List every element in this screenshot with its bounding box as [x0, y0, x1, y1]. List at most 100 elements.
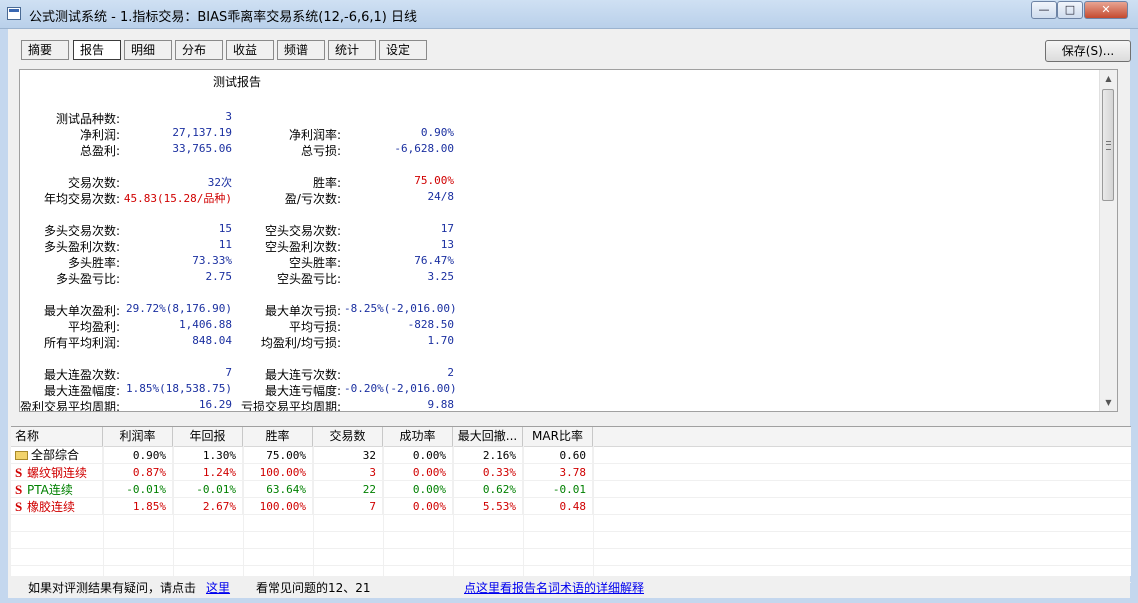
results-grid[interactable]: 名称 利润率 年回报 胜率 交易数 成功率 最大回撤... MAR比率 全部综合… — [11, 426, 1131, 583]
window-frame-bottom — [0, 598, 1138, 603]
header-mar-ratio[interactable]: MAR比率 — [523, 427, 593, 446]
report-value: 848.04 — [192, 334, 232, 347]
scroll-thumb[interactable] — [1102, 89, 1114, 201]
tab-statistics[interactable]: 统计 — [328, 40, 376, 60]
tab-spectrum[interactable]: 频谱 — [277, 40, 325, 60]
table-row[interactable]: 全部综合 0.90% 1.30% 75.00% 32 0.00% 2.16% 0.60 — [11, 447, 1131, 464]
cell-value: 3.78 — [523, 464, 593, 481]
report-label: 空头胜率: — [288, 256, 341, 270]
grid-line — [11, 548, 1131, 549]
report-value: 2.75 — [205, 270, 233, 283]
tab-settings[interactable]: 设定 — [379, 40, 427, 60]
cell-value: 0.00% — [383, 481, 453, 498]
grid-line — [593, 446, 594, 576]
cell-value: 3 — [313, 464, 383, 481]
report-label: 所有平均利润: — [43, 336, 120, 350]
row-name: 螺纹钢连续 — [27, 466, 88, 480]
cell-value: 75.00% — [243, 447, 313, 464]
report-value: 13 — [440, 238, 454, 251]
cell-value: 32 — [313, 447, 383, 464]
save-button[interactable]: 保存(S)... — [1045, 40, 1131, 62]
report-value: -8.25%(-2,016.00) — [344, 302, 457, 315]
report-value: 16.29 — [198, 398, 232, 411]
here-link[interactable]: 这里 — [206, 579, 230, 596]
header-name[interactable]: 名称 — [11, 427, 103, 446]
close-button[interactable]: ✕ — [1084, 1, 1128, 19]
cell-value: -0.01% — [103, 481, 173, 498]
s-icon: S — [15, 482, 23, 497]
scroll-down-icon[interactable]: ▼ — [1100, 394, 1117, 411]
report-value: 27,137.19 — [172, 126, 232, 139]
cell-value: 7 — [313, 498, 383, 515]
report-label: 交易次数: — [67, 176, 120, 190]
header-profit-rate[interactable]: 利润率 — [103, 427, 173, 446]
tab-detail[interactable]: 明细 — [124, 40, 172, 60]
cell-value: 0.48 — [523, 498, 593, 515]
grid-line — [313, 446, 314, 576]
cell-name: S 橡胶连续 — [11, 498, 103, 515]
cell-value: 63.64% — [243, 481, 313, 498]
cell-value: 100.00% — [243, 464, 313, 481]
maximize-button[interactable]: □ — [1057, 1, 1083, 19]
report-value: 76.47% — [414, 254, 454, 267]
report-value: 33,765.06 — [172, 142, 232, 155]
report-label: 空头盈利次数: — [264, 240, 341, 254]
faq-text: 看常见问题的12、21 — [256, 581, 371, 595]
cell-value: 2.67% — [173, 498, 243, 515]
report-label: 盈利交易平均周期: — [20, 400, 121, 412]
report-value: 1,406.88 — [179, 318, 232, 331]
tab-returns[interactable]: 收益 — [226, 40, 274, 60]
report-scrollbar[interactable]: ▲ ▼ — [1099, 70, 1117, 411]
report-pane[interactable]: 测试报告 测试品种数: 3 净利润: 27,137.19 净利润率: 0.90% 总盈利: 3… — [19, 69, 1118, 412]
grid-line — [11, 480, 1131, 481]
cell-value: -0.01 — [523, 481, 593, 498]
report-label: 总亏损: — [300, 144, 341, 158]
tab-summary[interactable]: 摘要 — [21, 40, 69, 60]
report-value: -0.20%(-2,016.00) — [344, 382, 457, 395]
table-row[interactable]: S 橡胶连续 1.85% 2.67% 100.00% 7 0.00% 5.53% 0.48 — [11, 498, 1131, 515]
cell-value: 0.33% — [453, 464, 523, 481]
report-label: 总盈利: — [79, 144, 120, 158]
cell-value: 0.60 — [523, 447, 593, 464]
cell-value: 1.30% — [173, 447, 243, 464]
cell-value: 1.24% — [173, 464, 243, 481]
cell-value: 5.53% — [453, 498, 523, 515]
glossary-link[interactable]: 点这里看报告名词术语的详细解释 — [464, 579, 644, 596]
grid-line — [103, 446, 104, 576]
report-value: 1.85%(18,538.75) — [126, 382, 232, 395]
report-value: 7 — [225, 366, 232, 379]
minimize-button[interactable]: — — [1031, 1, 1057, 19]
cell-value: 22 — [313, 481, 383, 498]
cell-value: 0.00% — [383, 447, 453, 464]
header-trade-count[interactable]: 交易数 — [313, 427, 383, 446]
cell-value: 0.00% — [383, 498, 453, 515]
cell-value: 0.62% — [453, 481, 523, 498]
report-label: 均盈利/均亏损: — [260, 336, 341, 350]
cell-value: 100.00% — [243, 498, 313, 515]
report-value: 9.88 — [427, 398, 455, 411]
report-value: 15 — [218, 222, 232, 235]
cell-name: S PTA连续 — [11, 481, 103, 498]
report-value: 75.00% — [414, 174, 454, 187]
report-label: 多头交易次数: — [43, 224, 120, 238]
cell-value: -0.01% — [173, 481, 243, 498]
grid-line — [11, 514, 1131, 515]
report-label: 最大单次亏损: — [264, 304, 341, 318]
tab-distribution[interactable]: 分布 — [175, 40, 223, 60]
header-max-drawdown[interactable]: 最大回撤... — [453, 427, 523, 446]
report-value: 3.25 — [427, 270, 455, 283]
report-label: 平均亏损: — [288, 320, 341, 334]
table-row[interactable]: S 螺纹钢连续 0.87% 1.24% 100.00% 3 0.00% 0.33% 3.78 — [11, 464, 1131, 481]
header-annual-return[interactable]: 年回报 — [173, 427, 243, 446]
report-value: 32次 — [207, 176, 232, 189]
header-success-rate[interactable]: 成功率 — [383, 427, 453, 446]
report-value: 1.70 — [427, 334, 455, 347]
cell-value: 1.85% — [103, 498, 173, 515]
tab-report[interactable]: 报告 — [73, 40, 121, 60]
table-row[interactable]: S PTA连续 -0.01% -0.01% 63.64% 22 0.00% 0.62% -0.0… — [11, 481, 1131, 498]
scroll-up-icon[interactable]: ▲ — [1100, 70, 1117, 87]
grid-line — [243, 446, 244, 576]
row-name: 橡胶连续 — [27, 500, 76, 514]
header-win-rate[interactable]: 胜率 — [243, 427, 313, 446]
report-value: -828.50 — [407, 318, 454, 331]
